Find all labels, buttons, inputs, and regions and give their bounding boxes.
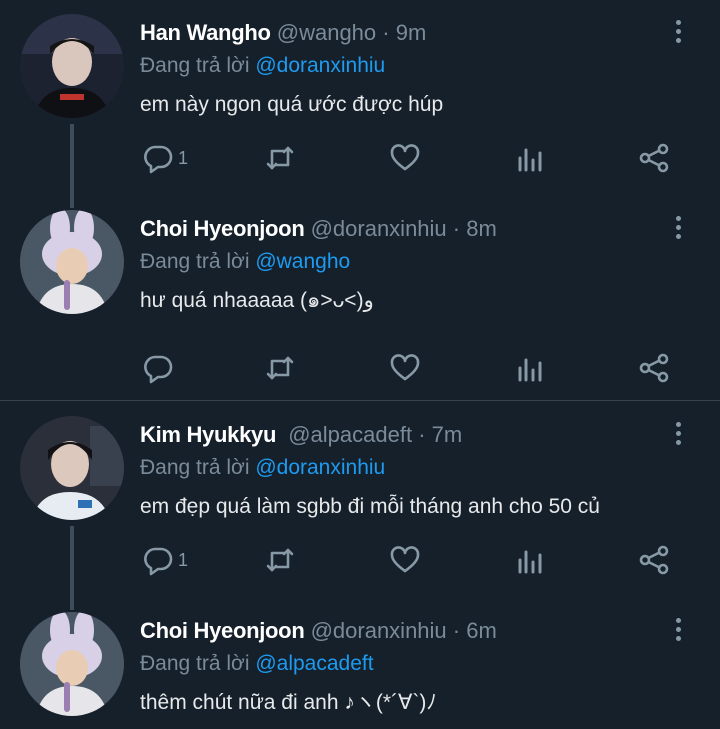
action-bar: 1	[0, 140, 720, 180]
tweet-text: thêm chút nữa đi anh ♪ヽ(*´∀`)ﾉ	[140, 691, 437, 714]
tweet-text: hư quá nhaaaaa (๑>ᴗ<)و	[140, 289, 374, 312]
tweet-header: Han Wangho @wangho · 9m	[140, 16, 660, 50]
heart-icon	[390, 546, 420, 573]
action-bar: 1	[0, 542, 720, 582]
retweet-button[interactable]	[264, 140, 296, 176]
analytics-button[interactable]	[514, 350, 546, 386]
separator-dot: ·	[382, 20, 390, 45]
analytics-button[interactable]	[514, 140, 546, 176]
reply-button[interactable]: 1	[142, 542, 188, 578]
tweet-text: em này ngon quá ước được húp	[140, 93, 444, 116]
mention-link[interactable]: @doranxinhiu	[255, 54, 385, 77]
avatar[interactable]	[20, 210, 124, 314]
share-icon	[639, 545, 669, 575]
reply-context: Đang trả lời @doranxinhiu	[140, 50, 385, 82]
timestamp[interactable]: 8m	[466, 216, 497, 241]
reply-prefix: Đang trả lời	[140, 456, 250, 479]
reply-icon	[144, 547, 173, 576]
reply-icon	[144, 145, 173, 174]
separator-dot: ·	[452, 618, 461, 643]
timestamp[interactable]: 6m	[466, 618, 497, 643]
display-name[interactable]: Kim Hyukkyu	[140, 422, 276, 447]
more-vertical-icon[interactable]	[670, 20, 686, 48]
reply-count: 1	[178, 549, 189, 570]
mention-link[interactable]: @wangho	[255, 250, 350, 273]
analytics-button[interactable]	[514, 542, 546, 578]
reply-context: Đang trả lời @doranxinhiu	[140, 452, 385, 484]
action-bar	[0, 350, 720, 390]
reply-prefix: Đang trả lời	[140, 250, 250, 273]
timestamp[interactable]: 9m	[396, 20, 427, 45]
mention-link[interactable]: @doranxinhiu	[255, 456, 385, 479]
like-button[interactable]	[389, 350, 421, 386]
tweet-text: em đẹp quá làm sgbb đi mỗi tháng anh cho…	[140, 495, 600, 518]
reply-context: Đang trả lời @wangho	[140, 246, 350, 278]
tweet-header: Kim Hyukkyu @alpacadeft · 7m	[140, 418, 660, 452]
display-name[interactable]: Choi Hyeonjoon	[140, 618, 305, 643]
tweet-header: Choi Hyeonjoon @doranxinhiu · 6m	[140, 614, 660, 648]
tweet-2[interactable]: Choi Hyeonjoon @doranxinhiu · 8m Đang tr…	[0, 196, 720, 400]
share-icon	[639, 143, 669, 173]
tweet-3[interactable]: Kim Hyukkyu @alpacadeft · 7m Đang trả lờ…	[0, 402, 720, 610]
tweet-4[interactable]: Choi Hyeonjoon @doranxinhiu · 6m Đang tr…	[0, 598, 720, 729]
display-name[interactable]: Han Wangho	[140, 20, 271, 45]
reply-prefix: Đang trả lời	[140, 54, 250, 77]
separator-dot: ·	[418, 422, 426, 447]
reply-icon	[144, 355, 173, 384]
more-vertical-icon[interactable]	[670, 216, 686, 244]
reply-count: 1	[178, 147, 189, 168]
heart-icon	[390, 144, 420, 171]
username[interactable]: @alpacadeft	[288, 422, 412, 447]
reply-prefix: Đang trả lời	[140, 652, 250, 675]
retweet-icon	[266, 356, 294, 380]
thread-divider	[0, 400, 720, 401]
reply-button[interactable]	[142, 350, 178, 386]
reply-button[interactable]: 1	[142, 140, 188, 176]
avatar[interactable]	[20, 612, 124, 716]
analytics-icon	[518, 550, 542, 574]
share-button[interactable]	[638, 140, 670, 176]
tweet-header: Choi Hyeonjoon @doranxinhiu · 8m	[140, 212, 660, 246]
separator-dot: ·	[452, 216, 461, 241]
mention-link[interactable]: @alpacadeft	[255, 652, 373, 675]
retweet-icon	[266, 548, 294, 572]
heart-icon	[390, 354, 420, 381]
analytics-icon	[518, 148, 542, 172]
share-button[interactable]	[638, 350, 670, 386]
retweet-icon	[266, 146, 294, 170]
avatar[interactable]	[20, 416, 124, 520]
username[interactable]: @doranxinhiu	[311, 216, 447, 241]
tweet-1[interactable]: Han Wangho @wangho · 9m Đang trả lời @do…	[0, 0, 720, 208]
timestamp[interactable]: 7m	[432, 422, 463, 447]
more-vertical-icon[interactable]	[670, 422, 686, 450]
like-button[interactable]	[389, 140, 421, 176]
reply-context: Đang trả lời @alpacadeft	[140, 648, 374, 680]
share-button[interactable]	[638, 542, 670, 578]
retweet-button[interactable]	[264, 542, 296, 578]
more-vertical-icon[interactable]	[670, 618, 686, 646]
like-button[interactable]	[389, 542, 421, 578]
share-icon	[639, 353, 669, 383]
display-name[interactable]: Choi Hyeonjoon	[140, 216, 305, 241]
retweet-button[interactable]	[264, 350, 296, 386]
username[interactable]: @doranxinhiu	[311, 618, 447, 643]
analytics-icon	[518, 358, 542, 382]
avatar[interactable]	[20, 14, 124, 118]
username[interactable]: @wangho	[277, 20, 376, 45]
